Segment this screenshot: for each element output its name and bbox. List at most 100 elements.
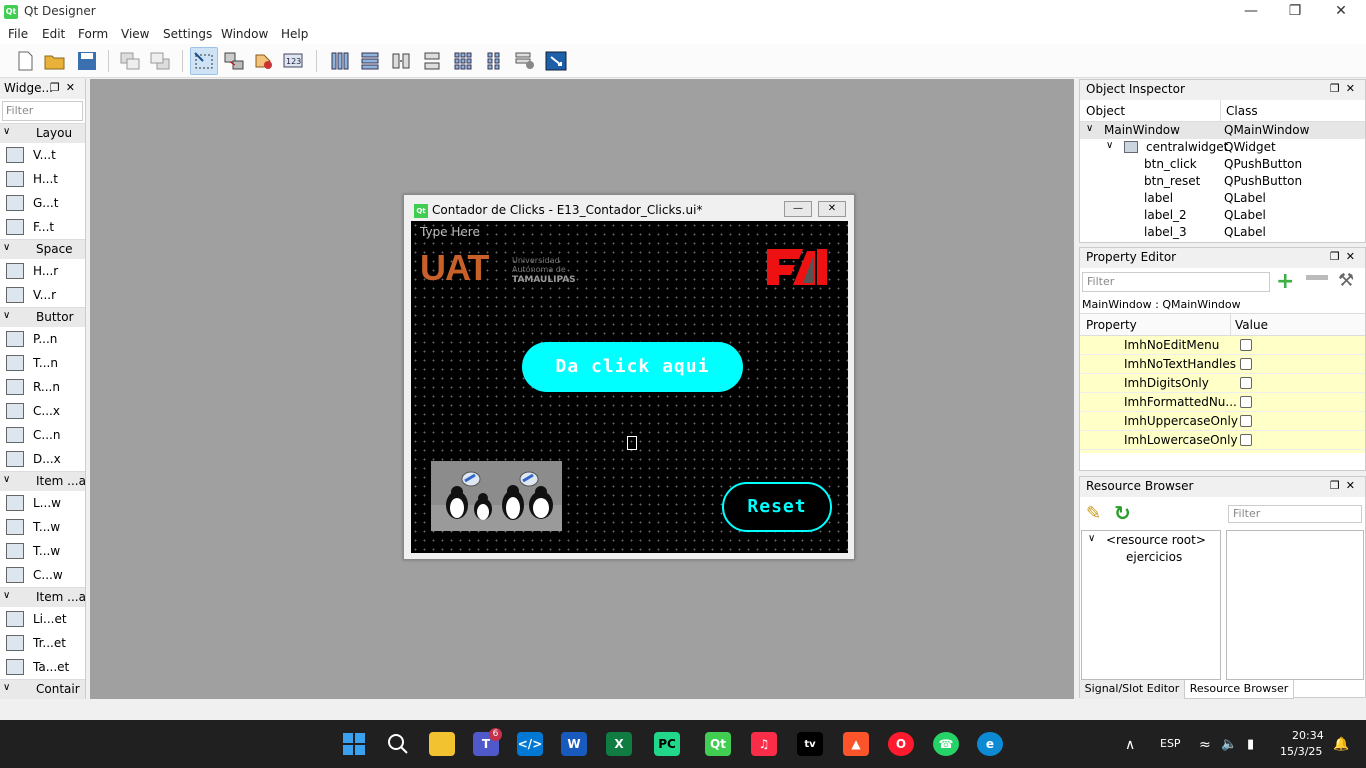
property-row[interactable]: ImhNoEditMenu	[1080, 336, 1365, 355]
restore-icon[interactable]: ❐	[1272, 0, 1318, 24]
tab-signal-slot-editor[interactable]: Signal/Slot Editor	[1080, 680, 1184, 699]
vscode-icon[interactable]: </>	[517, 732, 543, 756]
send-to-back-icon[interactable]	[146, 47, 174, 75]
minimize-icon[interactable]: —	[1228, 0, 1274, 24]
dock-float-close-icon[interactable]: ❐✕	[1330, 250, 1361, 263]
layout-horizontal-icon[interactable]	[326, 47, 354, 75]
edit-tab-order-icon[interactable]: 123	[280, 47, 308, 75]
widget-item[interactable]: V...t	[0, 143, 85, 167]
widget-item[interactable]: G...t	[0, 191, 85, 215]
qt-designer-icon[interactable]: Qt	[705, 732, 731, 756]
property-row[interactable]: ImhDigitsOnly	[1080, 374, 1365, 393]
close-icon[interactable]: ✕	[1318, 0, 1364, 24]
notification-icon[interactable]: 🔔	[1333, 737, 1349, 752]
resource-root-item[interactable]: <resource root>	[1106, 533, 1206, 547]
form-close-icon[interactable]: ✕	[818, 201, 846, 217]
chevron-down-icon[interactable]: ∨	[1088, 533, 1095, 544]
chevron-down-icon[interactable]: ∨	[3, 682, 10, 693]
widget-item[interactable]: Ta...et	[0, 655, 85, 679]
widget-item[interactable]: Tr...et	[0, 631, 85, 655]
object-tree-row[interactable]: ∨ MainWindow QMainWindow	[1080, 122, 1365, 139]
widget-item[interactable]: C...n	[0, 423, 85, 447]
widget-item[interactable]: T...w	[0, 515, 85, 539]
battery-icon[interactable]: ▮	[1247, 737, 1254, 752]
layout-splitter-horizontal-icon[interactable]	[387, 47, 415, 75]
dock-float-close-icon[interactable]: ❐✕	[1330, 82, 1361, 95]
layout-form-icon[interactable]	[480, 47, 508, 75]
property-filter-input[interactable]: Filter	[1082, 272, 1270, 292]
dock-float-close-icon[interactable]: ❐✕	[1330, 479, 1361, 492]
object-tree-row[interactable]: label_3 QLabel	[1080, 224, 1365, 241]
resource-ejercicios-item[interactable]: ejercicios	[1126, 550, 1182, 564]
edge-icon[interactable]: e	[977, 732, 1003, 756]
property-row[interactable]: ImhLowercaseOnly	[1080, 431, 1365, 450]
menu-window[interactable]: Window	[221, 27, 268, 41]
property-checkbox[interactable]	[1240, 339, 1252, 351]
widget-item[interactable]: T...n	[0, 351, 85, 375]
property-checkbox[interactable]	[1240, 434, 1252, 446]
widget-item[interactable]: Li...et	[0, 607, 85, 631]
wifi-icon[interactable]: ≈	[1199, 737, 1211, 753]
widget-item[interactable]: H...t	[0, 167, 85, 191]
object-tree-row[interactable]: label_2 QLabel	[1080, 207, 1365, 224]
widget-category[interactable]: ∨ Space	[0, 239, 85, 259]
file-explorer-icon[interactable]	[429, 732, 455, 756]
chevron-down-icon[interactable]: ∨	[3, 590, 10, 601]
tab-resource-browser[interactable]: Resource Browser	[1184, 680, 1294, 699]
widget-category[interactable]: ∨ Item ...a	[0, 471, 86, 491]
word-icon[interactable]: W	[561, 732, 587, 756]
property-row[interactable]: ImhNoTextHandles	[1080, 355, 1365, 374]
widget-item[interactable]: F...t	[0, 215, 85, 239]
property-row[interactable]: ImhDialableChara...	[1080, 450, 1365, 453]
edit-buddies-icon[interactable]	[250, 47, 278, 75]
windows-start-icon[interactable]	[341, 732, 367, 756]
clock-time[interactable]: 20:34	[1292, 729, 1324, 742]
wrench-icon[interactable]: ⚒	[1338, 270, 1354, 291]
edit-widgets-icon[interactable]	[190, 47, 218, 75]
widget-item[interactable]: V...r	[0, 283, 85, 307]
excel-icon[interactable]: X	[606, 732, 632, 756]
widget-item[interactable]: P...n	[0, 327, 85, 351]
break-layout-icon[interactable]	[511, 47, 539, 75]
widget-item[interactable]: T...w	[0, 539, 85, 563]
language-indicator[interactable]: ESP	[1160, 737, 1181, 750]
widget-item[interactable]: H...r	[0, 259, 85, 283]
object-tree-row[interactable]: label QLabel	[1080, 190, 1365, 207]
apple-music-icon[interactable]: ♫	[751, 732, 777, 756]
volume-icon[interactable]: 🔈	[1221, 737, 1237, 752]
save-icon[interactable]	[73, 47, 101, 75]
widget-item[interactable]: D...x	[0, 447, 85, 471]
chevron-down-icon[interactable]: ∨	[3, 310, 10, 321]
chevron-down-icon[interactable]: ∨	[3, 474, 10, 485]
widget-item[interactable]: C...x	[0, 399, 85, 423]
object-tree-row[interactable]: btn_reset QPushButton	[1080, 173, 1365, 190]
chevron-down-icon[interactable]: ∨	[1086, 123, 1093, 134]
object-tree-row[interactable]: ∨ centralwidget QWidget	[1080, 139, 1365, 156]
chevron-down-icon[interactable]: ∨	[1106, 140, 1113, 151]
widget-filter-input[interactable]: Filter	[2, 101, 83, 121]
widget-category[interactable]: ∨ Contair	[0, 679, 85, 699]
reset-button[interactable]: Reset	[722, 482, 832, 532]
menu-view[interactable]: View	[121, 27, 149, 41]
apple-tv-icon[interactable]: tv	[797, 732, 823, 756]
property-checkbox[interactable]	[1240, 396, 1252, 408]
property-checkbox[interactable]	[1240, 377, 1252, 389]
widget-category[interactable]: ∨ Layou	[0, 123, 85, 143]
whatsapp-icon[interactable]: ☎	[933, 732, 959, 756]
widget-item[interactable]: L...w	[0, 491, 85, 515]
property-checkbox[interactable]	[1240, 358, 1252, 370]
menu-file[interactable]: File	[8, 27, 28, 41]
layout-grid-icon[interactable]	[449, 47, 477, 75]
chevron-up-icon[interactable]: ∧	[1125, 737, 1135, 753]
layout-splitter-vertical-icon[interactable]	[418, 47, 446, 75]
edit-resources-icon[interactable]: ✎	[1086, 503, 1101, 524]
form-minimize-icon[interactable]: —	[784, 201, 812, 217]
widget-item[interactable]: R...n	[0, 375, 85, 399]
dock-float-close-icon[interactable]: ❐✕	[50, 81, 81, 94]
widget-item[interactable]: C...w	[0, 563, 85, 587]
property-row[interactable]: ImhUppercaseOnly	[1080, 412, 1365, 431]
brave-icon[interactable]: ▲	[843, 732, 869, 756]
property-row[interactable]: ImhFormattedNu...	[1080, 393, 1365, 412]
resource-filter-input[interactable]: Filter	[1228, 505, 1362, 523]
property-checkbox[interactable]	[1240, 415, 1252, 427]
